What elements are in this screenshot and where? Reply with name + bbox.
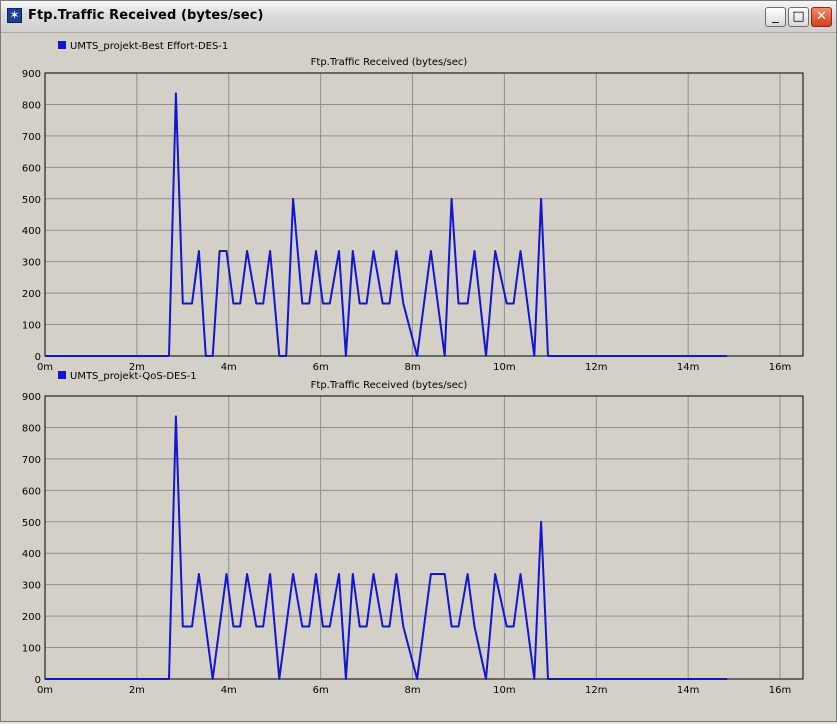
- x-tick-label: 14m: [677, 362, 699, 373]
- x-tick-label: 16m: [769, 362, 791, 373]
- y-tick-label: 400: [22, 549, 41, 560]
- chart-area: UMTS_projekt-Best Effort-DES-1 Ftp.Traffi…: [4, 34, 833, 720]
- x-tick-label: 10m: [493, 685, 515, 696]
- charts-svg: UMTS_projekt-Best Effort-DES-1 Ftp.Traffi…: [22, 41, 804, 696]
- minimize-button[interactable]: _: [765, 7, 786, 27]
- y-tick-label: 400: [22, 226, 41, 237]
- y-tick-label: 300: [22, 581, 41, 592]
- y-tick-label: 800: [22, 423, 41, 434]
- chart-panel-1: UMTS_projekt-Best Effort-DES-1 Ftp.Traffi…: [22, 41, 804, 373]
- x-tick-label: 12m: [585, 685, 607, 696]
- x-tick-label: 8m: [404, 362, 420, 373]
- x-tick-label: 6m: [313, 685, 329, 696]
- y-tick-label: 900: [22, 69, 41, 80]
- chart-title: Ftp.Traffic Received (bytes/sec): [311, 57, 468, 68]
- x-tick-label: 0m: [37, 685, 53, 696]
- x-tick-label: 4m: [221, 685, 237, 696]
- y-tick-label: 500: [22, 195, 41, 206]
- x-tick-label: 4m: [221, 362, 237, 373]
- chart-panel-2: UMTS_projekt-QoS-DES-1 Ftp.Traffic Receiv…: [22, 371, 804, 696]
- chart-title: Ftp.Traffic Received (bytes/sec): [311, 380, 468, 391]
- x-tick-label: 0m: [37, 362, 53, 373]
- x-tick-label: 10m: [493, 362, 515, 373]
- y-tick-label: 600: [22, 163, 41, 174]
- y-tick-label: 700: [22, 455, 41, 466]
- legend-swatch: [58, 371, 66, 379]
- app-star-icon[interactable]: ✶: [7, 8, 22, 23]
- maximize-button[interactable]: □: [788, 7, 809, 27]
- x-tick-label: 16m: [769, 685, 791, 696]
- y-tick-label: 100: [22, 321, 41, 332]
- y-tick-label: 100: [22, 644, 41, 655]
- title-bar[interactable]: ✶ Ftp.Traffic Received (bytes/sec) _ □ ✕: [1, 1, 836, 33]
- x-tick-label: 2m: [129, 685, 145, 696]
- legend-swatch: [58, 41, 66, 49]
- x-tick-label: 12m: [585, 362, 607, 373]
- y-tick-label: 900: [22, 392, 41, 403]
- analysis-window: ✶ Ftp.Traffic Received (bytes/sec) _ □ ✕…: [0, 0, 837, 722]
- plot-frame: [44, 395, 804, 680]
- y-tick-label: 800: [22, 100, 41, 111]
- plot-frame: [44, 72, 804, 357]
- y-tick-label: 500: [22, 518, 41, 529]
- legend-label: UMTS_projekt-QoS-DES-1: [70, 371, 197, 382]
- window-title: Ftp.Traffic Received (bytes/sec): [28, 8, 264, 23]
- x-tick-label: 8m: [404, 685, 420, 696]
- x-tick-label: 6m: [313, 362, 329, 373]
- x-tick-label: 14m: [677, 685, 699, 696]
- legend-label: UMTS_projekt-Best Effort-DES-1: [70, 41, 228, 52]
- close-button[interactable]: ✕: [811, 7, 832, 27]
- y-tick-label: 200: [22, 289, 41, 300]
- y-tick-label: 300: [22, 258, 41, 269]
- y-tick-label: 600: [22, 486, 41, 497]
- y-tick-label: 200: [22, 612, 41, 623]
- y-tick-label: 700: [22, 132, 41, 143]
